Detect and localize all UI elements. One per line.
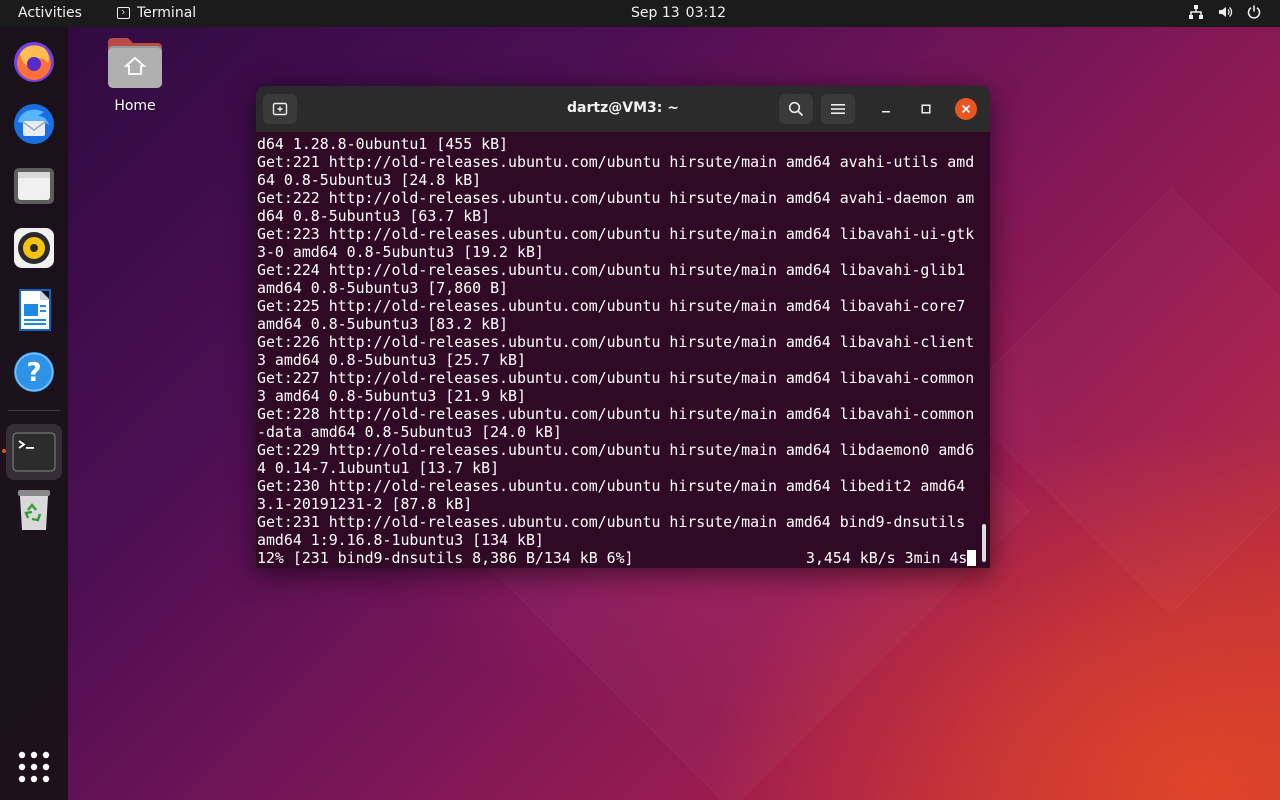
- terminal-line: 3.1-20191231-2 [87.8 kB]: [257, 495, 473, 513]
- progress-status: 12% [231 bind9-dnsutils 8,386 B/134 kB 6…: [257, 549, 634, 567]
- thunderbird-icon: [14, 104, 54, 144]
- desktop-home-icon[interactable]: Home: [100, 36, 170, 114]
- download-speed-eta: 3,454 kB/s 3min 4s: [806, 549, 977, 567]
- terminal-line: Get:223 http://old-releases.ubuntu.com/u…: [257, 225, 975, 243]
- dock-item-files[interactable]: [9, 161, 59, 211]
- dock-item-terminal[interactable]: [6, 424, 62, 480]
- terminal-line: Get:230 http://old-releases.ubuntu.com/u…: [257, 477, 966, 495]
- hamburger-menu-icon: [831, 104, 845, 114]
- minimize-icon: [882, 111, 890, 113]
- terminal-icon: [117, 7, 130, 19]
- search-icon: [788, 101, 804, 117]
- network-icon: [1189, 5, 1203, 19]
- terminal-line: 3 amd64 0.8-5ubuntu3 [21.9 kB]: [257, 387, 526, 405]
- minimize-button[interactable]: [875, 98, 897, 120]
- top-bar: Activities Terminal Sep 13 03:12: [0, 0, 1280, 27]
- terminal-line: Get:231 http://old-releases.ubuntu.com/u…: [257, 513, 966, 531]
- volume-icon: [1219, 7, 1233, 17]
- search-button[interactable]: [779, 94, 813, 124]
- terminal-window[interactable]: dartz@VM3: ~ d64 1.28.8-0ubuntu1 [455 kB…: [256, 86, 990, 568]
- dock-item-thunderbird[interactable]: [9, 99, 59, 149]
- app-menu[interactable]: Terminal: [117, 5, 196, 21]
- maximize-icon: [921, 104, 931, 114]
- scrollbar[interactable]: [982, 524, 986, 562]
- clock-time: 03:12: [685, 5, 727, 21]
- dock-separator: [8, 410, 60, 411]
- terminal-line: amd64 1:9.16.8-1ubuntu3 [134 kB]: [257, 531, 544, 549]
- terminal-line: Get:226 http://old-releases.ubuntu.com/u…: [257, 333, 975, 351]
- terminal-line: 4 0.14-7.1ubuntu1 [13.7 kB]: [257, 459, 500, 477]
- dock-item-writer[interactable]: [9, 285, 59, 335]
- trash-icon: [18, 490, 50, 530]
- menu-button[interactable]: [821, 94, 855, 124]
- clock-date: Sep 13: [631, 5, 680, 21]
- terminal-line: 64 0.8-5ubuntu3 [24.8 kB]: [257, 171, 482, 189]
- dock-item-trash[interactable]: [9, 486, 59, 536]
- terminal-cursor: [967, 550, 977, 566]
- terminal-content[interactable]: d64 1.28.8-0ubuntu1 [455 kB] Get:221 htt…: [256, 132, 990, 568]
- app-grid-icon: [18, 751, 50, 783]
- rhythmbox-icon: [14, 228, 54, 268]
- files-icon: [14, 168, 54, 204]
- terminal-line: Get:229 http://old-releases.ubuntu.com/u…: [257, 441, 975, 459]
- wallpaper-shape: [957, 187, 1280, 615]
- terminal-output: d64 1.28.8-0ubuntu1 [455 kB] Get:221 htt…: [257, 135, 974, 549]
- terminal-line: d64 0.8-5ubuntu3 [63.7 kB]: [257, 207, 491, 225]
- app-menu-label: Terminal: [137, 5, 197, 21]
- terminal-headerbar[interactable]: dartz@VM3: ~: [256, 86, 990, 132]
- writer-icon: [19, 289, 51, 331]
- desktop-home-label: Home: [114, 98, 156, 114]
- clock[interactable]: Sep 13 03:12: [631, 5, 726, 21]
- terminal-line: Get:221 http://old-releases.ubuntu.com/u…: [257, 153, 975, 171]
- terminal-line: Get:224 http://old-releases.ubuntu.com/u…: [257, 261, 966, 279]
- terminal-line: Get:225 http://old-releases.ubuntu.com/u…: [257, 297, 966, 315]
- terminal-line: Get:227 http://old-releases.ubuntu.com/u…: [257, 369, 975, 387]
- dock-item-rhythmbox[interactable]: [9, 223, 59, 273]
- terminal-line: -data amd64 0.8-5ubuntu3 [24.0 kB]: [257, 423, 562, 441]
- progress-status-line: 12% [231 bind9-dnsutils 8,386 B/134 kB 6…: [257, 549, 977, 567]
- terminal-line: d64 1.28.8-0ubuntu1 [455 kB]: [257, 135, 509, 153]
- home-folder-icon: [108, 38, 162, 88]
- terminal-line: amd64 0.8-5ubuntu3 [83.2 kB]: [257, 315, 509, 333]
- maximize-button[interactable]: [915, 98, 937, 120]
- power-icon: [1247, 5, 1261, 19]
- firefox-icon: [14, 42, 54, 82]
- terminal-line: Get:228 http://old-releases.ubuntu.com/u…: [257, 405, 975, 423]
- terminal-icon: [12, 432, 56, 472]
- terminal-line: amd64 0.8-5ubuntu3 [7,860 B]: [257, 279, 509, 297]
- terminal-line: 3-0 amd64 0.8-5ubuntu3 [19.2 kB]: [257, 243, 544, 261]
- speed-eta-text: 3,454 kB/s 3min 4s: [806, 549, 968, 567]
- dock: ?: [0, 27, 68, 800]
- system-tray[interactable]: [1188, 4, 1262, 20]
- close-button[interactable]: [955, 98, 977, 120]
- show-applications-button[interactable]: [9, 742, 59, 792]
- dock-item-firefox[interactable]: [9, 37, 59, 87]
- terminal-line: Get:222 http://old-releases.ubuntu.com/u…: [257, 189, 975, 207]
- close-icon: [961, 104, 971, 114]
- activities-button[interactable]: Activities: [18, 5, 82, 21]
- dock-item-help[interactable]: ?: [9, 347, 59, 397]
- svg-text:?: ?: [26, 358, 41, 388]
- terminal-line: 3 amd64 0.8-5ubuntu3 [25.7 kB]: [257, 351, 526, 369]
- help-icon: ?: [14, 352, 54, 392]
